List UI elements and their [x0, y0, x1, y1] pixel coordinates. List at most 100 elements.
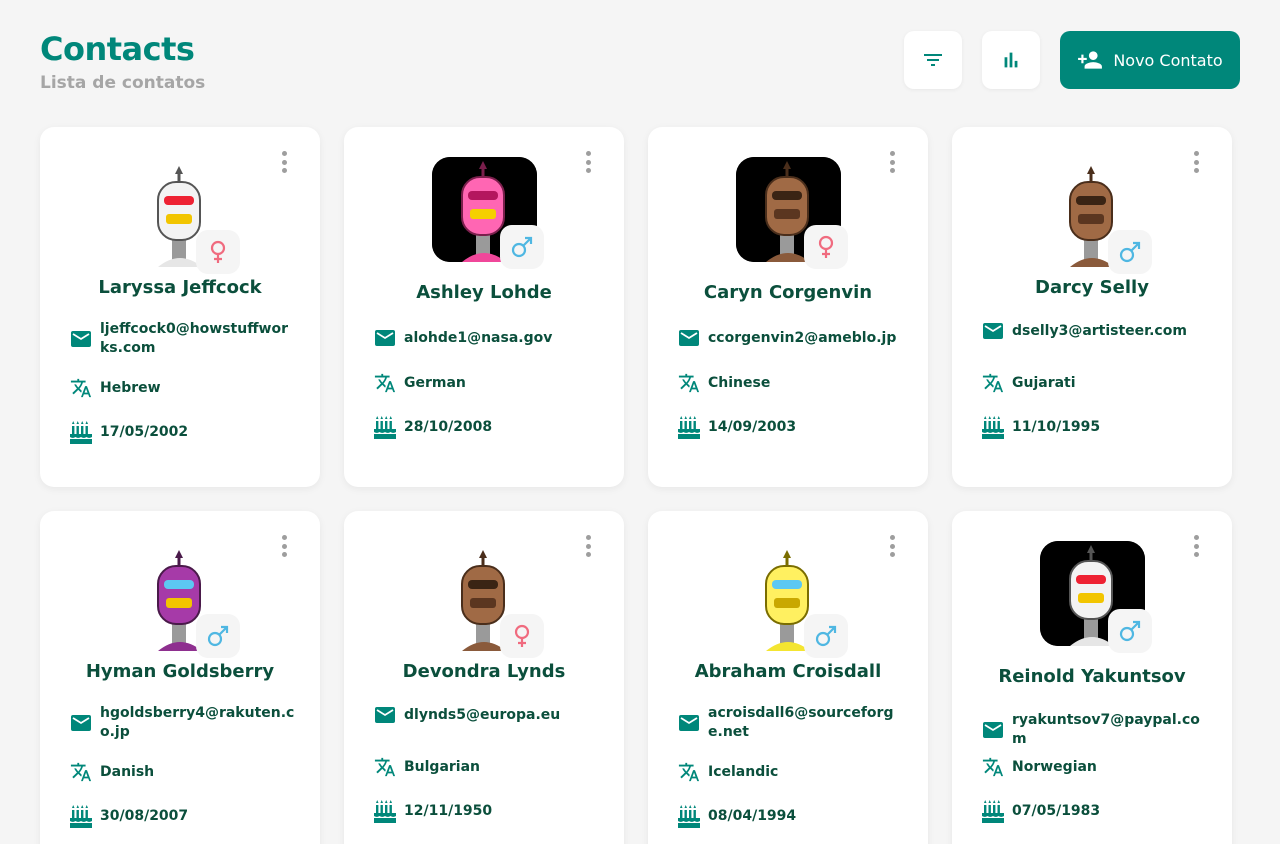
mail-icon [982, 320, 1004, 342]
contact-email-row: alohde1@nasa.gov [374, 327, 600, 349]
more-options-icon[interactable] [274, 535, 294, 557]
stats-button[interactable] [982, 31, 1040, 89]
contact-language-row: Hebrew [70, 377, 296, 399]
mail-icon [678, 327, 700, 349]
contact-language: Gujarati [1012, 374, 1076, 391]
contact-language: German [404, 374, 466, 391]
translate-icon [374, 756, 396, 778]
cake-icon [678, 805, 700, 828]
bar-chart-icon [1004, 52, 1018, 68]
translate-icon [982, 372, 1004, 394]
translate-icon [374, 372, 396, 394]
contact-email: ryakuntsov7@paypal.com [1012, 712, 1200, 747]
female-icon [500, 614, 544, 658]
more-options-icon[interactable] [274, 151, 294, 173]
contact-birthday-row: 28/10/2008 [374, 416, 600, 439]
contact-language: Chinese [708, 374, 771, 391]
contact-birthday: 14/09/2003 [708, 418, 797, 435]
translate-icon [982, 756, 1004, 778]
contact-email: ccorgenvin2@ameblo.jp [708, 329, 897, 346]
add-person-icon [1078, 51, 1103, 69]
contact-name: Reinold Yakuntsov [998, 666, 1186, 687]
contact-language: Icelandic [708, 763, 779, 780]
male-icon [804, 614, 848, 658]
contact-language: Danish [100, 763, 155, 780]
page-title: Contacts [40, 30, 195, 68]
contact-language-row: Danish [70, 761, 296, 783]
contact-birthday: 30/08/2007 [100, 807, 189, 824]
contact-card[interactable]: Caryn Corgenvin ccorgenvin2@ameblo.jp Ch… [648, 127, 928, 487]
contact-language: Hebrew [100, 379, 161, 396]
contact-card[interactable]: Hyman Goldsberry hgoldsberry4@rakuten.co… [40, 511, 320, 844]
male-icon [1108, 609, 1152, 653]
cake-icon [374, 416, 396, 439]
contact-birthday-row: 17/05/2002 [70, 421, 296, 444]
contact-name: Hyman Goldsberry [85, 661, 275, 682]
female-icon [196, 230, 240, 274]
translate-icon [70, 377, 92, 399]
contact-birthday: 12/11/1950 [404, 802, 493, 819]
contact-birthday: 28/10/2008 [404, 418, 493, 435]
contact-email: alohde1@nasa.gov [404, 329, 553, 346]
contact-card[interactable]: Darcy Selly dselly3@artisteer.com Gujara… [952, 127, 1232, 487]
contact-email: dselly3@artisteer.com [1012, 322, 1187, 339]
contact-birthday: 07/05/1983 [1012, 802, 1101, 819]
male-icon [196, 614, 240, 658]
contact-name: Caryn Corgenvin [703, 282, 873, 303]
contact-email: acroisdall6@sourceforge.net [708, 705, 894, 740]
more-options-icon[interactable] [882, 151, 902, 173]
mail-icon [678, 712, 700, 734]
contact-card[interactable]: Ashley Lohde alohde1@nasa.gov German 28/… [344, 127, 624, 487]
contact-email-row: ccorgenvin2@ameblo.jp [678, 327, 904, 349]
contact-name: Abraham Croisdall [694, 661, 882, 682]
contact-birthday: 11/10/1995 [1012, 418, 1101, 435]
more-options-icon[interactable] [1186, 535, 1206, 557]
contact-birthday: 17/05/2002 [100, 423, 189, 440]
contact-card[interactable]: Abraham Croisdall acroisdall6@sourceforg… [648, 511, 928, 844]
cake-icon [982, 800, 1004, 823]
contact-birthday-row: 12/11/1950 [374, 800, 600, 823]
contact-birthday: 08/04/1994 [708, 807, 797, 824]
contact-language-row: Norwegian [982, 756, 1208, 778]
contact-birthday-row: 30/08/2007 [70, 805, 296, 828]
mail-icon [374, 327, 396, 349]
more-options-icon[interactable] [578, 535, 598, 557]
new-contact-label: Novo Contato [1113, 50, 1223, 70]
mail-icon [982, 719, 1004, 741]
female-icon [804, 225, 848, 269]
contact-birthday-row: 07/05/1983 [982, 800, 1208, 823]
contact-language-row: German [374, 372, 600, 394]
contact-language-row: Gujarati [982, 372, 1208, 394]
contact-language-row: Chinese [678, 372, 904, 394]
cake-icon [982, 416, 1004, 439]
contact-email-row: hgoldsberry4@rakuten.co.jp [70, 704, 296, 742]
mail-icon [70, 712, 92, 734]
contact-card[interactable]: Devondra Lynds dlynds5@europa.eu Bulgari… [344, 511, 624, 844]
more-options-icon[interactable] [1186, 151, 1206, 173]
cake-icon [70, 421, 92, 444]
contact-email-row: acroisdall6@sourceforge.net [678, 704, 904, 742]
cake-icon [374, 800, 396, 823]
contact-email: ljeffcock0@howstuffworks.com [100, 321, 289, 356]
contact-name: Ashley Lohde [416, 282, 552, 303]
contact-email-row: ljeffcock0@howstuffworks.com [70, 320, 296, 358]
translate-icon [678, 761, 700, 783]
mail-icon [70, 328, 92, 350]
contact-email-row: dlynds5@europa.eu [374, 704, 600, 726]
more-options-icon[interactable] [882, 535, 902, 557]
cake-icon [678, 416, 700, 439]
contact-language: Bulgarian [404, 758, 481, 775]
more-options-icon[interactable] [578, 151, 598, 173]
contact-name: Devondra Lynds [402, 661, 566, 682]
cake-icon [70, 805, 92, 828]
page-subtitle: Lista de contatos [40, 73, 206, 93]
contact-card[interactable]: Laryssa Jeffcock ljeffcock0@howstuffwork… [40, 127, 320, 487]
contact-birthday-row: 14/09/2003 [678, 416, 904, 439]
new-contact-button[interactable]: Novo Contato [1060, 31, 1240, 89]
contact-language: Norwegian [1012, 758, 1097, 775]
contact-card[interactable]: Reinold Yakuntsov ryakuntsov7@paypal.com… [952, 511, 1232, 844]
male-icon [1108, 230, 1152, 274]
filter-icon [924, 54, 942, 66]
contact-language-row: Bulgarian [374, 756, 600, 778]
filter-button[interactable] [904, 31, 962, 89]
